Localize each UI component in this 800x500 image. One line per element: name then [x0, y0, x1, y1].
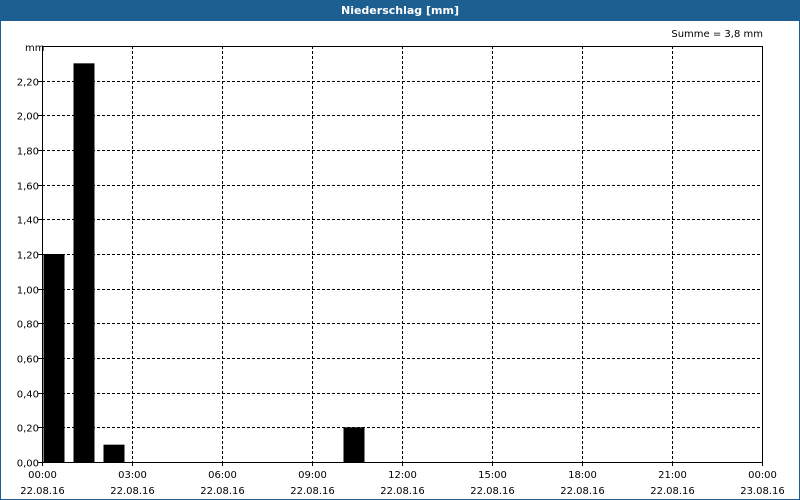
- x-tick-date: 22.08.16: [380, 486, 425, 497]
- y-tick-label: 1,40: [17, 216, 39, 227]
- y-tick-label: 1,20: [17, 251, 39, 262]
- sum-label: Summe = 3,8 mm: [671, 29, 763, 40]
- x-tick-time: 00:00: [28, 470, 57, 481]
- bars-group: [43, 63, 365, 462]
- precipitation-bar: [73, 63, 95, 462]
- precipitation-bar: [343, 427, 365, 462]
- x-tick-date: 22.08.16: [650, 486, 695, 497]
- x-tick-date: 22.08.16: [110, 486, 155, 497]
- y-tick-label: 1,00: [17, 286, 39, 297]
- y-axis-unit: mm: [25, 43, 44, 54]
- x-tick-time: 15:00: [478, 470, 507, 481]
- grid-lines: [42, 46, 762, 462]
- x-tick-time: 12:00: [388, 470, 417, 481]
- x-tick-date: 23.08.16: [740, 486, 785, 497]
- y-tick-labels: 0,00 0,20 0,40 0,60 0,80 1,00 1,20 1,40 1,60 1,80…: [17, 78, 42, 470]
- window-title: Niederschlag [mm]: [1, 1, 799, 21]
- precipitation-chart: mm Summe = 3,8 mm 0,00 0,20 0,40 0,60 0,80 1,…: [17, 29, 785, 497]
- y-tick-label: 0,60: [17, 355, 39, 366]
- x-tick-time: 18:00: [568, 470, 597, 481]
- y-tick-label: 0,40: [17, 390, 39, 401]
- x-tick-date: 22.08.16: [20, 486, 65, 497]
- x-tick-date: 22.08.16: [290, 486, 335, 497]
- x-tick-labels: 00:00 22.08.16 03:00 22.08.16 06:00 22.08.16 0…: [20, 462, 785, 497]
- x-tick-time: 03:00: [118, 470, 147, 481]
- x-tick-time: 06:00: [208, 470, 237, 481]
- x-tick-time: 21:00: [658, 470, 687, 481]
- y-tick-label: 0,00: [17, 459, 39, 470]
- x-tick-date: 22.08.16: [200, 486, 245, 497]
- chart-window: Niederschlag [mm] mm Summe = 3,8 mm 0,00…: [0, 0, 800, 500]
- x-tick-date: 22.08.16: [560, 486, 605, 497]
- y-tick-label: 1,60: [17, 182, 39, 193]
- precipitation-bar: [43, 254, 65, 462]
- y-tick-label: 0,80: [17, 320, 39, 331]
- x-tick-time: 09:00: [298, 470, 327, 481]
- y-tick-label: 1,80: [17, 147, 39, 158]
- y-tick-label: 2,20: [17, 78, 39, 89]
- y-tick-label: 2,00: [17, 112, 39, 123]
- y-tick-label: 0,20: [17, 424, 39, 435]
- x-tick-time: 00:00: [748, 470, 777, 481]
- precipitation-bar: [103, 444, 125, 462]
- x-tick-date: 22.08.16: [470, 486, 515, 497]
